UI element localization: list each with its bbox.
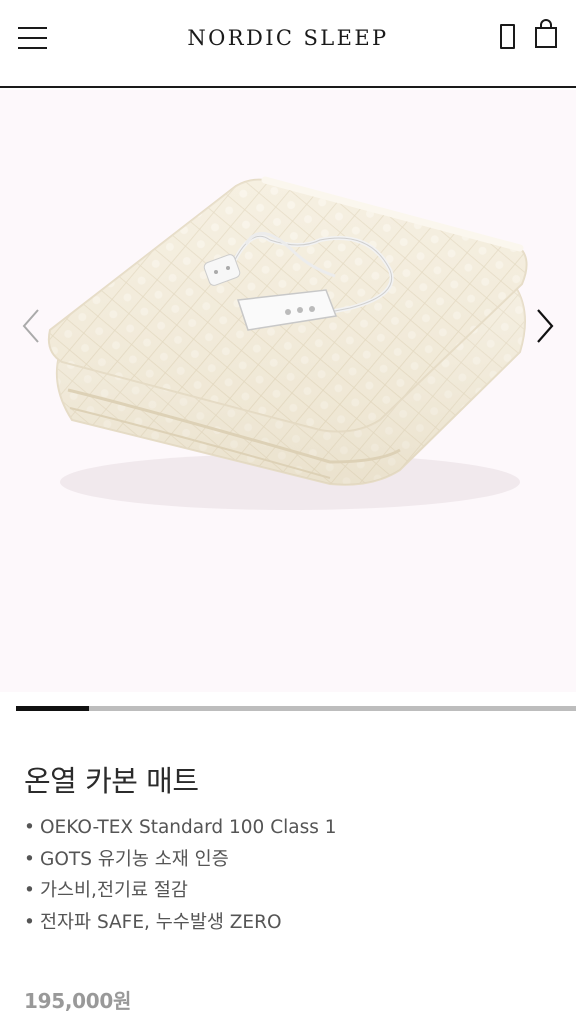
gallery-progress-fill (16, 706, 89, 711)
account-icon[interactable] (500, 24, 515, 49)
feature-item: 가스비,전기료 절감 (24, 877, 337, 909)
shopping-bag-icon[interactable] (533, 18, 559, 50)
feature-item: GOTS 유기농 소재 인증 (24, 846, 337, 878)
product-price: 195,000원 (24, 989, 132, 1013)
site-header: NORDIC SLEEP (0, 0, 576, 88)
gallery-progress-bar (16, 706, 576, 711)
feature-list: OEKO-TEX Standard 100 Class 1 GOTS 유기농 소… (24, 814, 337, 940)
feature-item: OEKO-TEX Standard 100 Class 1 (24, 814, 337, 846)
product-title: 온열 카본 매트 (24, 764, 199, 798)
brand-logo[interactable]: NORDIC SLEEP (0, 26, 576, 50)
feature-item: 전자파 SAFE, 누수발생 ZERO (24, 909, 337, 941)
chevron-left-icon[interactable] (20, 306, 44, 346)
product-image (47, 176, 528, 510)
chevron-right-icon[interactable] (532, 306, 556, 346)
product-gallery[interactable] (0, 90, 576, 692)
